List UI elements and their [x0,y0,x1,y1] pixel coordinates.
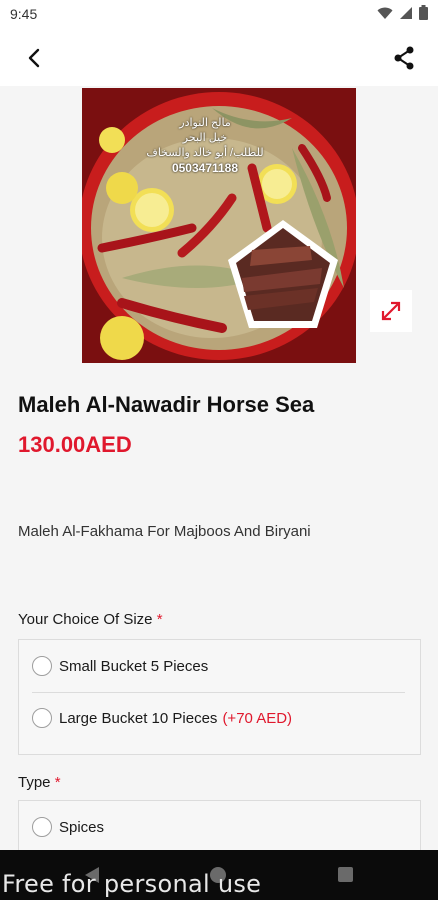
image-overlay-line: للطلب/ أبو خالد والسخاف [146,147,264,159]
battery-icon [419,5,428,20]
type-option-spices[interactable]: Spices [19,801,420,850]
radio-button[interactable] [32,708,52,728]
status-time: 9:45 [10,6,38,22]
expand-image-button[interactable] [370,290,412,332]
product-price: 130.00AED [18,432,132,457]
app-bar [0,28,438,86]
type-options: Spices [18,800,421,850]
image-overlay-phone: 0503471188 [171,161,239,175]
size-option-small[interactable]: Small Bucket 5 Pieces [19,640,420,692]
image-overlay-text: مالح النوادر خيل البحر للطلب/ أبو خالد و… [140,116,270,176]
image-overlay-line: مالح النوادر [179,117,231,129]
size-section-title: Your Choice Of Size [18,611,153,628]
expand-icon [381,301,401,321]
status-bar: 9:45 [0,0,438,28]
radio-button[interactable] [32,656,52,676]
required-mark: * [156,611,163,628]
size-section-label: Your Choice Of Size * [18,611,163,628]
share-button[interactable] [388,42,420,74]
footer-watermark: Free for personal use [2,870,262,898]
type-section-title: Type [18,774,51,791]
option-label: Large Bucket 10 Pieces [59,709,218,727]
system-nav-bar: Free for personal use [0,850,438,900]
option-price-extra: (+70 AED) [222,709,293,727]
size-options: Small Bucket 5 Pieces Large Bucket 10 Pi… [18,639,421,755]
type-section-label: Type * [18,774,61,791]
back-arrow-icon [28,48,40,68]
option-label: Small Bucket 5 Pieces [59,657,209,675]
product-detail-content[interactable]: مالح النوادر خيل البحر للطلب/ أبو خالد و… [0,86,438,850]
status-icons [377,5,428,20]
share-icon [394,46,414,70]
product-title: Maleh Al-Nawadir Horse Sea [18,392,315,417]
product-description: Maleh Al-Fakhama For Majboos And Biryani [18,523,311,540]
back-button[interactable] [18,42,50,74]
signal-icon [400,6,412,19]
required-mark: * [54,774,61,791]
size-option-large[interactable]: Large Bucket 10 Pieces (+70 AED) [19,692,420,744]
product-image[interactable]: مالح النوادر خيل البحر للطلب/ أبو خالد و… [82,88,356,363]
option-label: Spices [59,818,105,836]
radio-button[interactable] [32,817,52,837]
wifi-icon [377,7,393,19]
nav-recents-icon[interactable] [338,867,353,882]
image-overlay-line: خيل البحر [182,132,228,144]
